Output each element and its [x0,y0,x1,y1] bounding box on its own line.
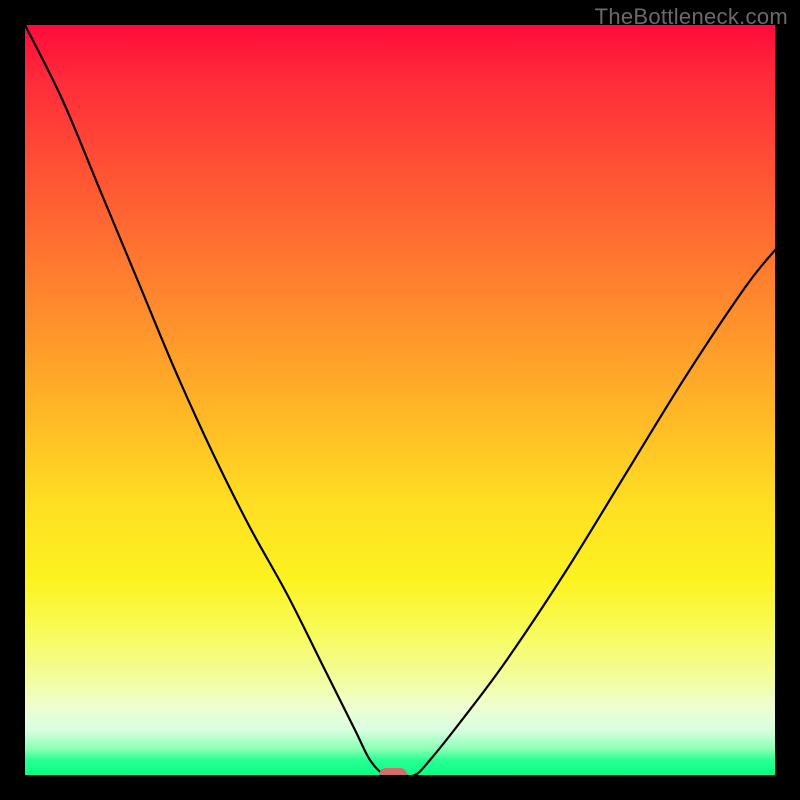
chart-frame: TheBottleneck.com [0,0,800,800]
minimum-marker [379,768,407,775]
watermark-text: TheBottleneck.com [595,4,788,30]
bottleneck-curve [25,25,775,775]
plot-area [25,25,775,775]
curve-svg [25,25,775,775]
